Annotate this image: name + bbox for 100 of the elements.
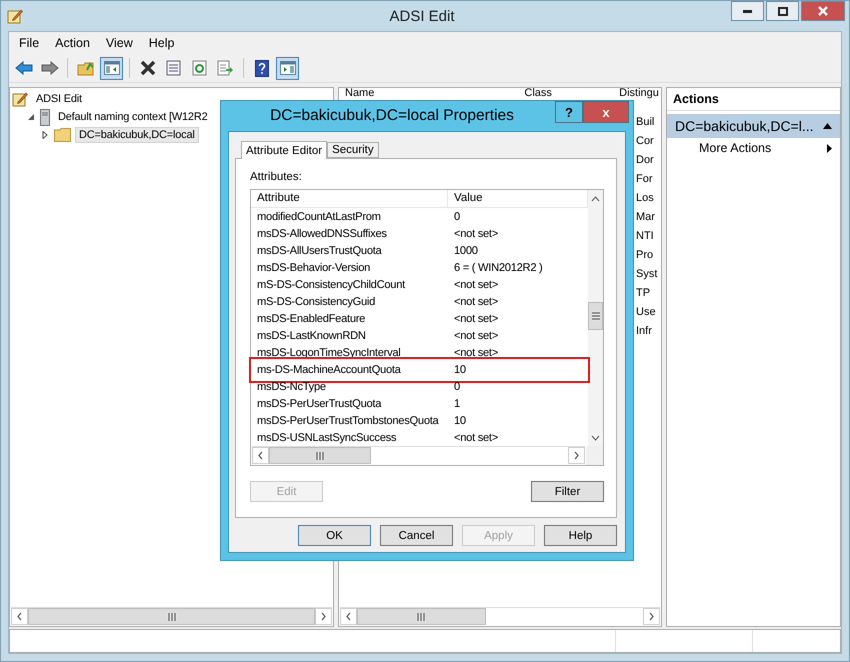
table-cell: Cor — [636, 134, 654, 146]
collapse-triangle-icon[interactable] — [27, 113, 35, 121]
action-item[interactable]: More Actions — [667, 138, 840, 158]
table-cell-text: 6 = ( WIN2012R2 ) — [453, 262, 544, 274]
scroll-down-icon — [591, 434, 600, 440]
submenu-arrow-icon — [827, 144, 832, 152]
table-cell: Use — [636, 306, 656, 318]
scroll-thumb[interactable] — [588, 302, 603, 330]
menu-item[interactable]: File — [13, 36, 46, 50]
column-header[interactable]: Name — [339, 88, 518, 99]
dialog-button[interactable]: OK — [298, 525, 371, 546]
help-book-icon — [254, 60, 268, 76]
window-title: ADSI Edit — [389, 8, 455, 24]
minimize-button[interactable] — [731, 1, 764, 21]
close-button[interactable] — [801, 1, 845, 21]
table-cell: Infr — [636, 324, 652, 336]
table-cell-text: msDS-AllowedDNSSuffixes — [256, 228, 388, 240]
collapse-up-icon — [823, 123, 832, 129]
attributes-label: Attributes: — [250, 171, 303, 183]
close-button[interactable]: x — [583, 101, 629, 123]
horizontal-scrollbar[interactable] — [340, 607, 660, 625]
table-cell-text: 10 — [453, 364, 467, 376]
table-cell-text: mS-DS-ConsistencyGuid — [256, 296, 376, 308]
action-pane-icon — [280, 61, 296, 75]
table-cell-text: <not set> — [453, 278, 499, 290]
table-cell-text: 0 — [453, 210, 461, 222]
grip-icon — [417, 612, 426, 620]
table-cell: Dor — [636, 154, 654, 166]
table-cell-text: 10 — [453, 414, 467, 426]
table-cell-text: msDS-PerUserTrustTombstonesQuota — [256, 414, 440, 426]
table-cell-text: <not set> — [453, 432, 499, 444]
forward-arrow-icon — [40, 61, 58, 75]
tree-item[interactable]: ADSI Edit — [32, 91, 86, 107]
folder-icon — [54, 128, 71, 142]
dialog-button[interactable]: Cancel — [380, 525, 453, 546]
action-section[interactable]: DC=bakicubuk,DC=l... — [667, 114, 840, 138]
notepad-pencil-icon — [7, 8, 23, 24]
scroll-left-icon — [16, 612, 23, 621]
table-cell-text: 0 — [453, 380, 461, 392]
column-header[interactable]: Distingu — [613, 88, 661, 99]
table-cell-text: ms-DS-MachineAccountQuota — [256, 364, 402, 376]
table-cell-text: msDS-LogonTimeSyncInterval — [256, 346, 402, 358]
scroll-thumb[interactable] — [269, 447, 371, 464]
table-cell-text: <not set> — [453, 346, 499, 358]
menu-item[interactable]: Help — [142, 36, 180, 50]
table-cell-text: <not set> — [453, 228, 499, 240]
table-cell: Syst — [636, 268, 658, 280]
scroll-right-icon — [320, 612, 327, 621]
scroll-thumb[interactable] — [357, 608, 486, 625]
pane-header: Actions — [667, 88, 840, 111]
console-tree-icon — [104, 61, 120, 75]
close-icon — [818, 6, 828, 16]
column-header[interactable]: Class — [518, 88, 614, 99]
menu-item[interactable]: View — [100, 36, 139, 50]
scroll-thumb[interactable] — [28, 608, 315, 625]
back-arrow-icon — [14, 61, 32, 75]
table-cell-text: <not set> — [453, 330, 499, 342]
tree-item[interactable]: DC=bakicubuk,DC=local — [75, 127, 199, 143]
grip-icon — [168, 612, 176, 620]
expand-triangle-icon[interactable] — [41, 131, 49, 139]
filter-button[interactable]: Filter — [531, 481, 604, 502]
column-header[interactable]: Attribute — [251, 190, 448, 207]
minimize-icon — [743, 10, 752, 12]
table-cell-text: 1000 — [453, 244, 479, 256]
vertical-scrollbar[interactable] — [588, 190, 603, 446]
tab[interactable]: Attribute Editor — [241, 141, 328, 159]
tree-item[interactable]: Default naming context [W12R2 — [54, 109, 212, 125]
table-cell: Buil — [636, 116, 654, 128]
table-cell-text: msDS-PerUserTrustQuota — [256, 398, 382, 410]
server-icon — [40, 108, 50, 126]
refresh-icon — [192, 60, 207, 76]
notepad-pencil-icon — [12, 91, 28, 107]
table-cell-text: <not set> — [453, 312, 499, 324]
attribute-list[interactable] — [250, 189, 604, 466]
scrollbar-corner — [586, 446, 603, 465]
dialog-title: DC=bakicubuk,DC=local Properties — [269, 107, 515, 125]
tab[interactable]: Security — [327, 142, 379, 158]
table-cell-text: msDS-Behavior-Version — [256, 262, 372, 274]
scroll-left-icon — [345, 612, 352, 621]
table-cell-text: <not set> — [453, 296, 499, 308]
table-cell-text: mS-DS-ConsistencyChildCount — [256, 278, 406, 290]
table-cell: NTI — [636, 230, 654, 242]
dialog-button[interactable]: Help — [544, 525, 617, 546]
table-cell-text: msDS-USNLastSyncSuccess — [256, 432, 398, 444]
horizontal-scrollbar[interactable] — [252, 446, 585, 464]
help-button[interactable]: ? — [555, 101, 583, 123]
table-cell-text: msDS-AllUsersTrustQuota — [256, 244, 383, 256]
grip-icon — [592, 312, 600, 320]
table-cell-text: modifiedCountAtLastProm — [256, 210, 382, 222]
menu-item[interactable]: Action — [49, 36, 96, 50]
table-cell-text: msDS-NcType — [256, 380, 327, 392]
table-cell-text: 1 — [453, 398, 461, 410]
horizontal-scrollbar[interactable] — [11, 607, 332, 625]
table-cell: Los — [636, 192, 654, 204]
scroll-left-icon — [257, 451, 264, 460]
delete-icon — [140, 60, 156, 76]
folder-up-icon — [76, 60, 94, 76]
maximize-icon — [778, 6, 788, 16]
maximize-button[interactable] — [766, 1, 799, 21]
table-cell-text: msDS-EnabledFeature — [256, 312, 366, 324]
